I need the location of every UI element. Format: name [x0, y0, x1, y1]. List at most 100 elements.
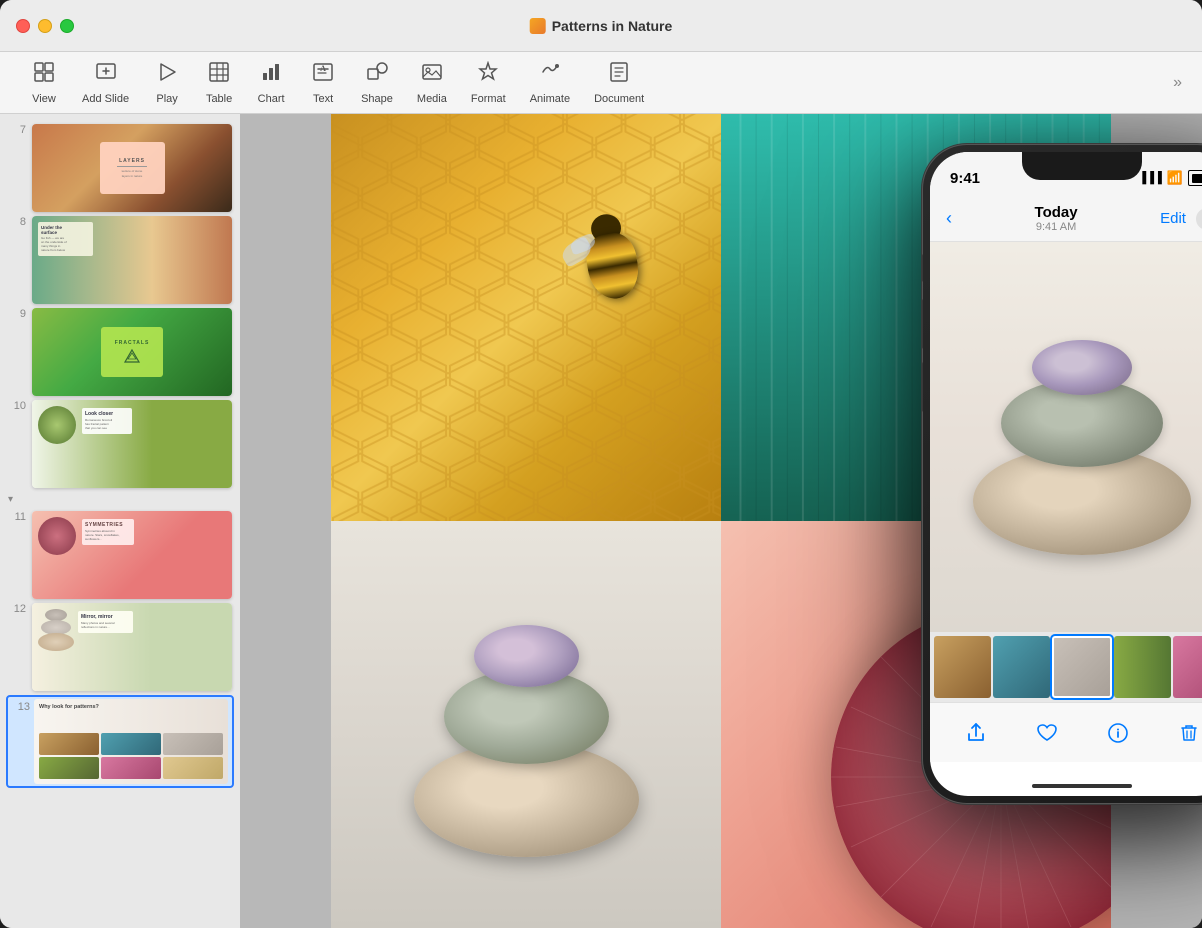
ios-status-icons: ▐▐▐ 📶 — [1138, 170, 1202, 186]
play-label: Play — [156, 93, 177, 105]
slide-thumb-12[interactable]: Mirror, mirror Many photos and severalre… — [32, 603, 232, 691]
add-slide-icon — [95, 61, 117, 89]
play-button[interactable]: Play — [143, 55, 191, 111]
ios-nav-title: Today — [1035, 204, 1078, 221]
keynote-icon — [530, 18, 546, 34]
slide-number-11: 11 — [8, 511, 26, 523]
slide-thumb-10[interactable]: Look closer Romanesco broccolihas fracta… — [32, 400, 232, 488]
chevron-down-icon: ▾ — [8, 494, 13, 505]
format-button[interactable]: Format — [461, 55, 516, 111]
wifi-icon: 📶 — [1167, 170, 1183, 186]
urchin-cell — [331, 521, 721, 928]
animate-icon — [539, 61, 561, 89]
iphone-screen: 9:41 ▐▐▐ 📶 ‹ — [930, 152, 1202, 796]
volume-up-button — [922, 299, 923, 349]
list-item: 11 SYMMETRIES Symmetries abound innature… — [0, 509, 240, 601]
slide-thumb-9[interactable]: FRACTALS — [32, 308, 232, 396]
shape-label: Shape — [361, 93, 393, 105]
text-button[interactable]: A Text — [299, 55, 347, 111]
shape-button[interactable]: Shape — [351, 55, 403, 111]
slide-thumb-13[interactable]: 13 Why look for patterns? — [6, 695, 234, 788]
view-button[interactable]: View — [20, 55, 68, 111]
slide-number-10: 10 — [8, 400, 26, 412]
ios-toolbar — [930, 702, 1202, 762]
media-button[interactable]: Media — [407, 55, 457, 111]
ios-edit-button[interactable]: Edit — [1160, 210, 1186, 227]
volume-down-button — [922, 362, 923, 412]
chart-label: Chart — [258, 93, 285, 105]
ios-filmstrip — [930, 632, 1202, 702]
list-item: 12 Mirror, mirror Many photos an — [0, 601, 240, 693]
format-label: Format — [471, 93, 506, 105]
slide-thumb-7[interactable]: LAYERS texture of stonelayers in nature — [32, 124, 232, 212]
ios-nav-center: Today 9:41 AM — [1035, 204, 1078, 233]
view-label: View — [32, 93, 56, 105]
honeybee-cell — [331, 114, 721, 521]
keynote-window: Patterns in Nature View — [0, 0, 1202, 928]
table-icon — [208, 61, 230, 89]
table-label: Table — [206, 93, 232, 105]
shape-icon — [366, 61, 388, 89]
add-slide-button[interactable]: Add Slide — [72, 55, 139, 111]
chart-icon — [260, 61, 282, 89]
list-item: 7 LAYERS texture of stonelayers in natur… — [0, 122, 240, 214]
iphone-body: 9:41 ▐▐▐ 📶 ‹ — [922, 144, 1202, 804]
back-chevron-icon: ‹ — [946, 208, 952, 229]
section-collapse-11[interactable]: ▾ — [0, 490, 240, 509]
canvas-area: 9:41 ▐▐▐ 📶 ‹ — [240, 114, 1202, 928]
list-item: 10 Look closer Romanesco broccolihas fra… — [0, 398, 240, 490]
film-thumb-4[interactable] — [1114, 636, 1171, 698]
list-item: 8 Under thesurface Go fish — we areon th… — [0, 214, 240, 306]
film-thumb-5[interactable] — [1173, 636, 1202, 698]
iphone-device: 9:41 ▐▐▐ 📶 ‹ — [922, 144, 1202, 804]
ios-nav-bar: ‹ Today 9:41 AM Edit ••• — [930, 196, 1202, 242]
ios-heart-button[interactable] — [1029, 715, 1065, 751]
film-thumb-2[interactable] — [993, 636, 1050, 698]
ios-back-button[interactable]: ‹ — [946, 208, 952, 229]
slide-number-7: 7 — [8, 124, 26, 136]
ios-trash-button[interactable] — [1171, 715, 1202, 751]
ios-info-button[interactable] — [1100, 715, 1136, 751]
ios-more-button[interactable]: ••• — [1196, 208, 1202, 230]
ios-photo-main — [930, 242, 1202, 632]
home-indicator — [1032, 784, 1132, 788]
media-icon — [421, 61, 443, 89]
list-item: 9 FRACTALS — [0, 306, 240, 398]
window-title: Patterns in Nature — [530, 18, 673, 34]
view-icon — [33, 61, 55, 89]
document-label: Document — [594, 93, 644, 105]
traffic-lights — [16, 19, 74, 33]
slide-number-8: 8 — [8, 216, 26, 228]
ios-urchin-top — [1032, 340, 1132, 395]
svg-text:A: A — [320, 64, 326, 73]
document-button[interactable]: Document — [584, 55, 654, 111]
ios-share-button[interactable] — [958, 715, 994, 751]
minimize-button[interactable] — [38, 19, 52, 33]
format-icon — [477, 61, 499, 89]
mute-switch — [922, 254, 923, 282]
toolbar: View Add Slide Play — [0, 52, 1202, 114]
chart-button[interactable]: Chart — [247, 55, 295, 111]
iphone-notch — [1022, 152, 1142, 180]
ios-nav-actions: Edit ••• — [1160, 208, 1202, 230]
ios-nav-subtitle: 9:41 AM — [1035, 221, 1078, 233]
slide-number-9: 9 — [8, 308, 26, 320]
document-icon — [608, 61, 630, 89]
text-icon: A — [312, 61, 334, 89]
title-bar: Patterns in Nature — [0, 0, 1202, 52]
maximize-button[interactable] — [60, 19, 74, 33]
close-button[interactable] — [16, 19, 30, 33]
film-thumb-3[interactable] — [1052, 636, 1113, 698]
more-tools-button[interactable]: » — [1173, 74, 1182, 92]
table-button[interactable]: Table — [195, 55, 243, 111]
animate-button[interactable]: Animate — [520, 55, 580, 111]
film-thumb-1[interactable] — [934, 636, 991, 698]
slide-thumb-11[interactable]: SYMMETRIES Symmetries abound innature. S… — [32, 511, 232, 599]
slide-number-12: 12 — [8, 603, 26, 615]
slide-thumb-8[interactable]: Under thesurface Go fish — we areon the … — [32, 216, 232, 304]
play-icon — [156, 61, 178, 89]
add-slide-label: Add Slide — [82, 93, 129, 105]
ios-time: 9:41 — [950, 170, 980, 187]
slide-panel: 7 LAYERS texture of stonelayers in natur… — [0, 114, 240, 928]
signal-icon: ▐▐▐ — [1138, 172, 1161, 184]
